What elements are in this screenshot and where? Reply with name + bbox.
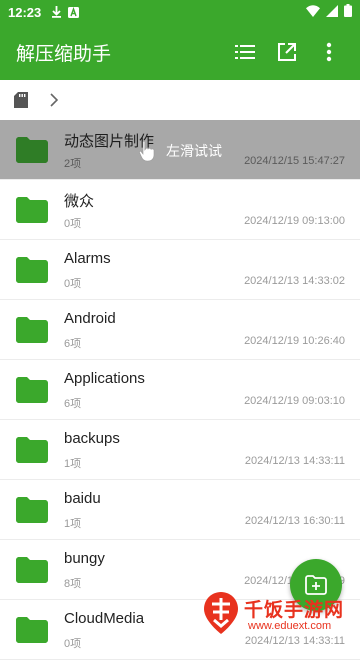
list-item[interactable]: Applications 6项 2024/12/19 09:03:10	[0, 360, 360, 420]
app-bar: 解压缩助手	[0, 24, 360, 80]
file-name: Alarms	[64, 250, 111, 267]
file-count: 8项	[64, 575, 81, 591]
folder-icon	[16, 137, 48, 163]
watermark-url: www.eduext.com	[248, 620, 331, 632]
path-breadcrumb	[0, 80, 360, 120]
file-date: 2024/12/19 09:13:00	[244, 215, 345, 227]
swipe-hint-text: 左滑试试	[166, 141, 222, 161]
list-item[interactable]: Alarms 0项 2024/12/13 14:33:02	[0, 240, 360, 300]
folder-icon	[16, 257, 48, 283]
folder-icon	[16, 497, 48, 523]
list-icon[interactable]	[230, 37, 260, 67]
download-icon	[51, 6, 62, 18]
file-count: 1项	[64, 515, 81, 531]
signal-icon	[326, 5, 338, 20]
list-item[interactable]: 微众 0项 2024/12/19 09:13:00	[0, 180, 360, 240]
file-date: 2024/12/13 14:33:11	[245, 455, 345, 467]
file-name: CloudMedia	[64, 610, 144, 627]
file-name: 微众	[64, 190, 94, 211]
open-external-icon[interactable]	[272, 37, 302, 67]
folder-icon	[16, 317, 48, 343]
watermark-name: 千饭手游网	[244, 595, 344, 622]
chevron-right-icon	[50, 93, 58, 107]
watermark: 千饭手游网 www.eduext.com	[200, 588, 360, 639]
file-name: baidu	[64, 490, 101, 507]
app-title: 解压缩助手	[16, 39, 218, 66]
file-date: 2024/12/15 15:47:27	[244, 155, 345, 167]
file-date: 2024/12/13 16:30:11	[245, 515, 345, 527]
folder-icon	[16, 557, 48, 583]
file-name: bungy	[64, 550, 105, 567]
list-item[interactable]: baidu 1项 2024/12/13 16:30:11	[0, 480, 360, 540]
folder-icon	[16, 377, 48, 403]
hand-pointer-icon	[138, 140, 156, 162]
folder-icon	[16, 197, 48, 223]
folder-icon	[16, 617, 48, 643]
more-vert-icon[interactable]	[314, 37, 344, 67]
file-name: Applications	[64, 370, 145, 387]
battery-icon	[344, 4, 352, 20]
sd-card-icon[interactable]	[14, 92, 28, 108]
file-name: backups	[64, 430, 120, 447]
status-bar: 12:23	[0, 0, 360, 24]
list-item[interactable]: 动态图片制作 2项 2024/12/15 15:47:27 左滑试试	[0, 120, 360, 180]
file-name: Android	[64, 310, 116, 327]
watermark-logo	[200, 590, 242, 636]
file-count: 1项	[64, 455, 81, 471]
folder-icon	[16, 437, 48, 463]
file-date: 2024/12/19 10:26:40	[244, 335, 345, 347]
swipe-hint: 左滑试试	[138, 140, 222, 162]
file-date: 2024/12/13 14:33:02	[244, 275, 345, 287]
wifi-icon	[306, 5, 320, 20]
file-count: 6项	[64, 335, 81, 351]
file-count: 0项	[64, 275, 81, 291]
notification-a-icon	[68, 7, 79, 18]
file-count: 0项	[64, 635, 81, 651]
file-count: 2项	[64, 155, 81, 171]
file-date: 2024/12/19 09:03:10	[244, 395, 345, 407]
list-item[interactable]: Android 6项 2024/12/19 10:26:40	[0, 300, 360, 360]
list-item[interactable]: backups 1项 2024/12/13 14:33:11	[0, 420, 360, 480]
file-count: 0项	[64, 215, 81, 231]
status-time: 12:23	[8, 5, 41, 20]
file-count: 6项	[64, 395, 81, 411]
